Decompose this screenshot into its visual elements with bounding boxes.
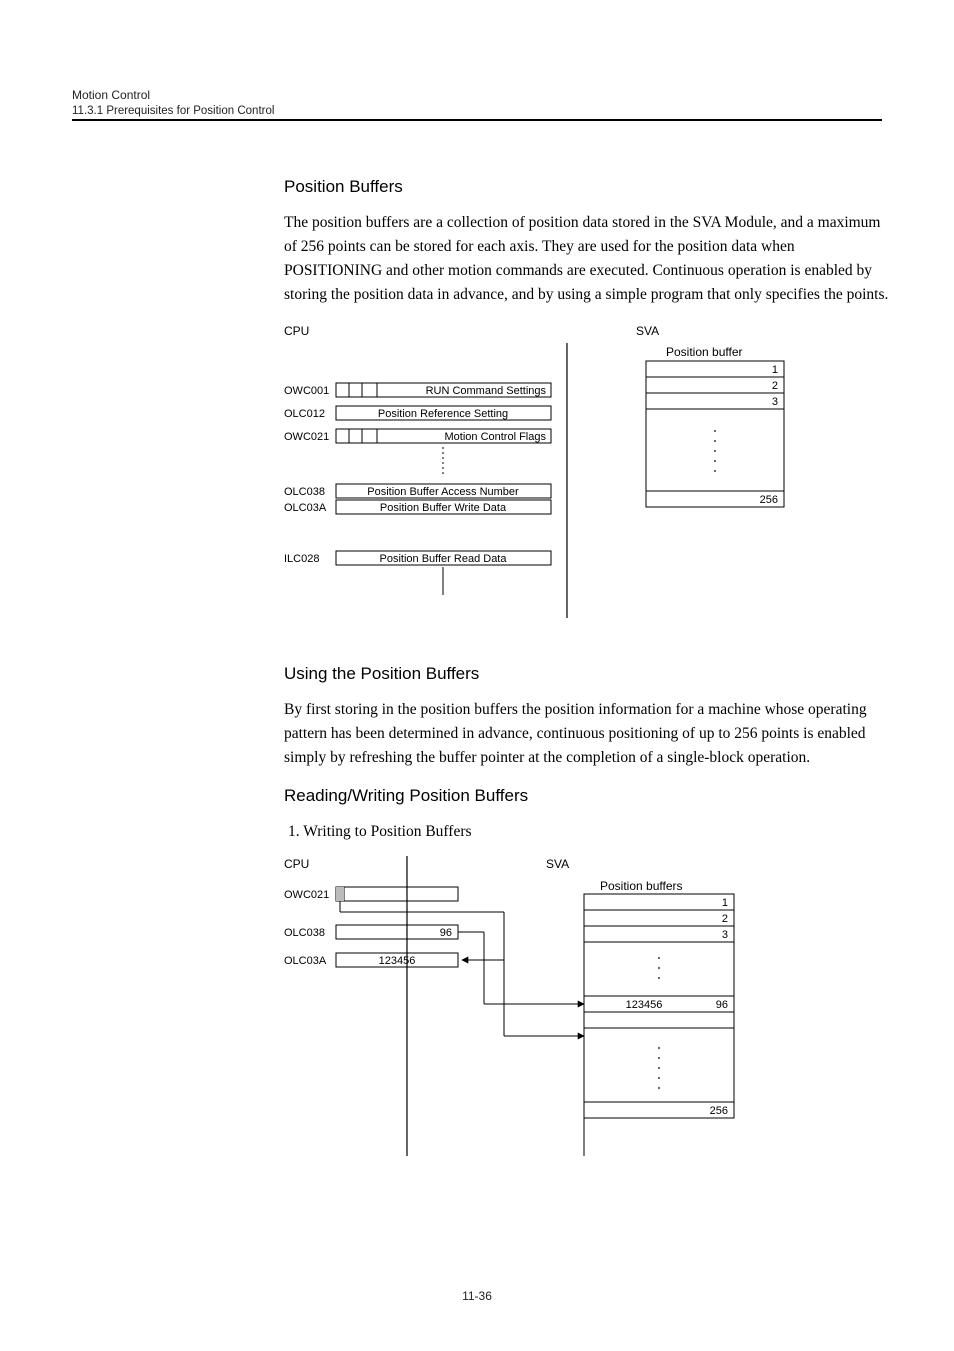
d1-owc001: OWC001 [284, 385, 329, 397]
section-para-2: By first storing in the position buffers… [284, 698, 892, 770]
d2-v123456: 123456 [379, 955, 416, 967]
d1-row-1: 1 [772, 364, 778, 376]
d2-row-256: 256 [710, 1105, 728, 1117]
content-column: Position Buffers The position buffers ar… [284, 177, 892, 1171]
d1-pbwd: Position Buffer Write Data [380, 502, 507, 514]
header-section: 11.3.1 Prerequisites for Position Contro… [72, 105, 882, 117]
d2-b123456: 123456 [626, 999, 663, 1011]
section-para-1: The position buffers are a collection of… [284, 211, 892, 307]
d1-pbuf-label: Position buffer [666, 345, 743, 359]
d1-row-2: 2 [772, 380, 778, 392]
d1-cpu-label: CPU [284, 324, 309, 338]
diagram-1: CPU SVA Position buffer 1 2 3 256 OWC001 [284, 323, 892, 628]
section-title-3: Reading/Writing Position Buffers [284, 786, 892, 806]
d2-v96: 96 [440, 927, 452, 939]
header-rule [72, 119, 882, 121]
d2-olc038: OLC038 [284, 927, 325, 939]
d1-olc012: OLC012 [284, 408, 325, 420]
d1-olc038: OLC038 [284, 486, 325, 498]
section-title-2: Using the Position Buffers [284, 664, 892, 684]
d2-row-1: 1 [722, 897, 728, 909]
d1-sva-label: SVA [636, 324, 659, 338]
d1-pban: Position Buffer Access Number [367, 486, 519, 498]
d1-olc03a: OLC03A [284, 502, 327, 514]
diagram-2: CPU SVA Position buffers OWC021 OLC038 9… [284, 856, 892, 1171]
d1-row-256: 256 [760, 494, 778, 506]
d2-pbuf-label: Position buffers [600, 879, 683, 893]
d2-b96: 96 [716, 999, 728, 1011]
d2-row-2: 2 [722, 913, 728, 925]
header-chapter: Motion Control [72, 88, 882, 102]
list-item-1: 1. Writing to Position Buffers [288, 820, 892, 844]
d2-olc03a: OLC03A [284, 955, 327, 967]
page-number: 11-36 [0, 1289, 954, 1303]
d2-row-3: 3 [722, 929, 728, 941]
d1-runcmd: RUN Command Settings [426, 385, 547, 397]
d1-owc021: OWC021 [284, 431, 329, 443]
d1-pbrd: Position Buffer Read Data [380, 553, 508, 565]
d2-cpu-label: CPU [284, 857, 309, 871]
section-title-1: Position Buffers [284, 177, 892, 197]
d2-sva-label: SVA [546, 857, 569, 871]
d1-mcflags: Motion Control Flags [445, 431, 547, 443]
d2-owc021: OWC021 [284, 889, 329, 901]
d1-ilc028: ILC028 [284, 553, 319, 565]
d1-row-3: 3 [772, 396, 778, 408]
d1-posref: Position Reference Setting [378, 408, 508, 420]
